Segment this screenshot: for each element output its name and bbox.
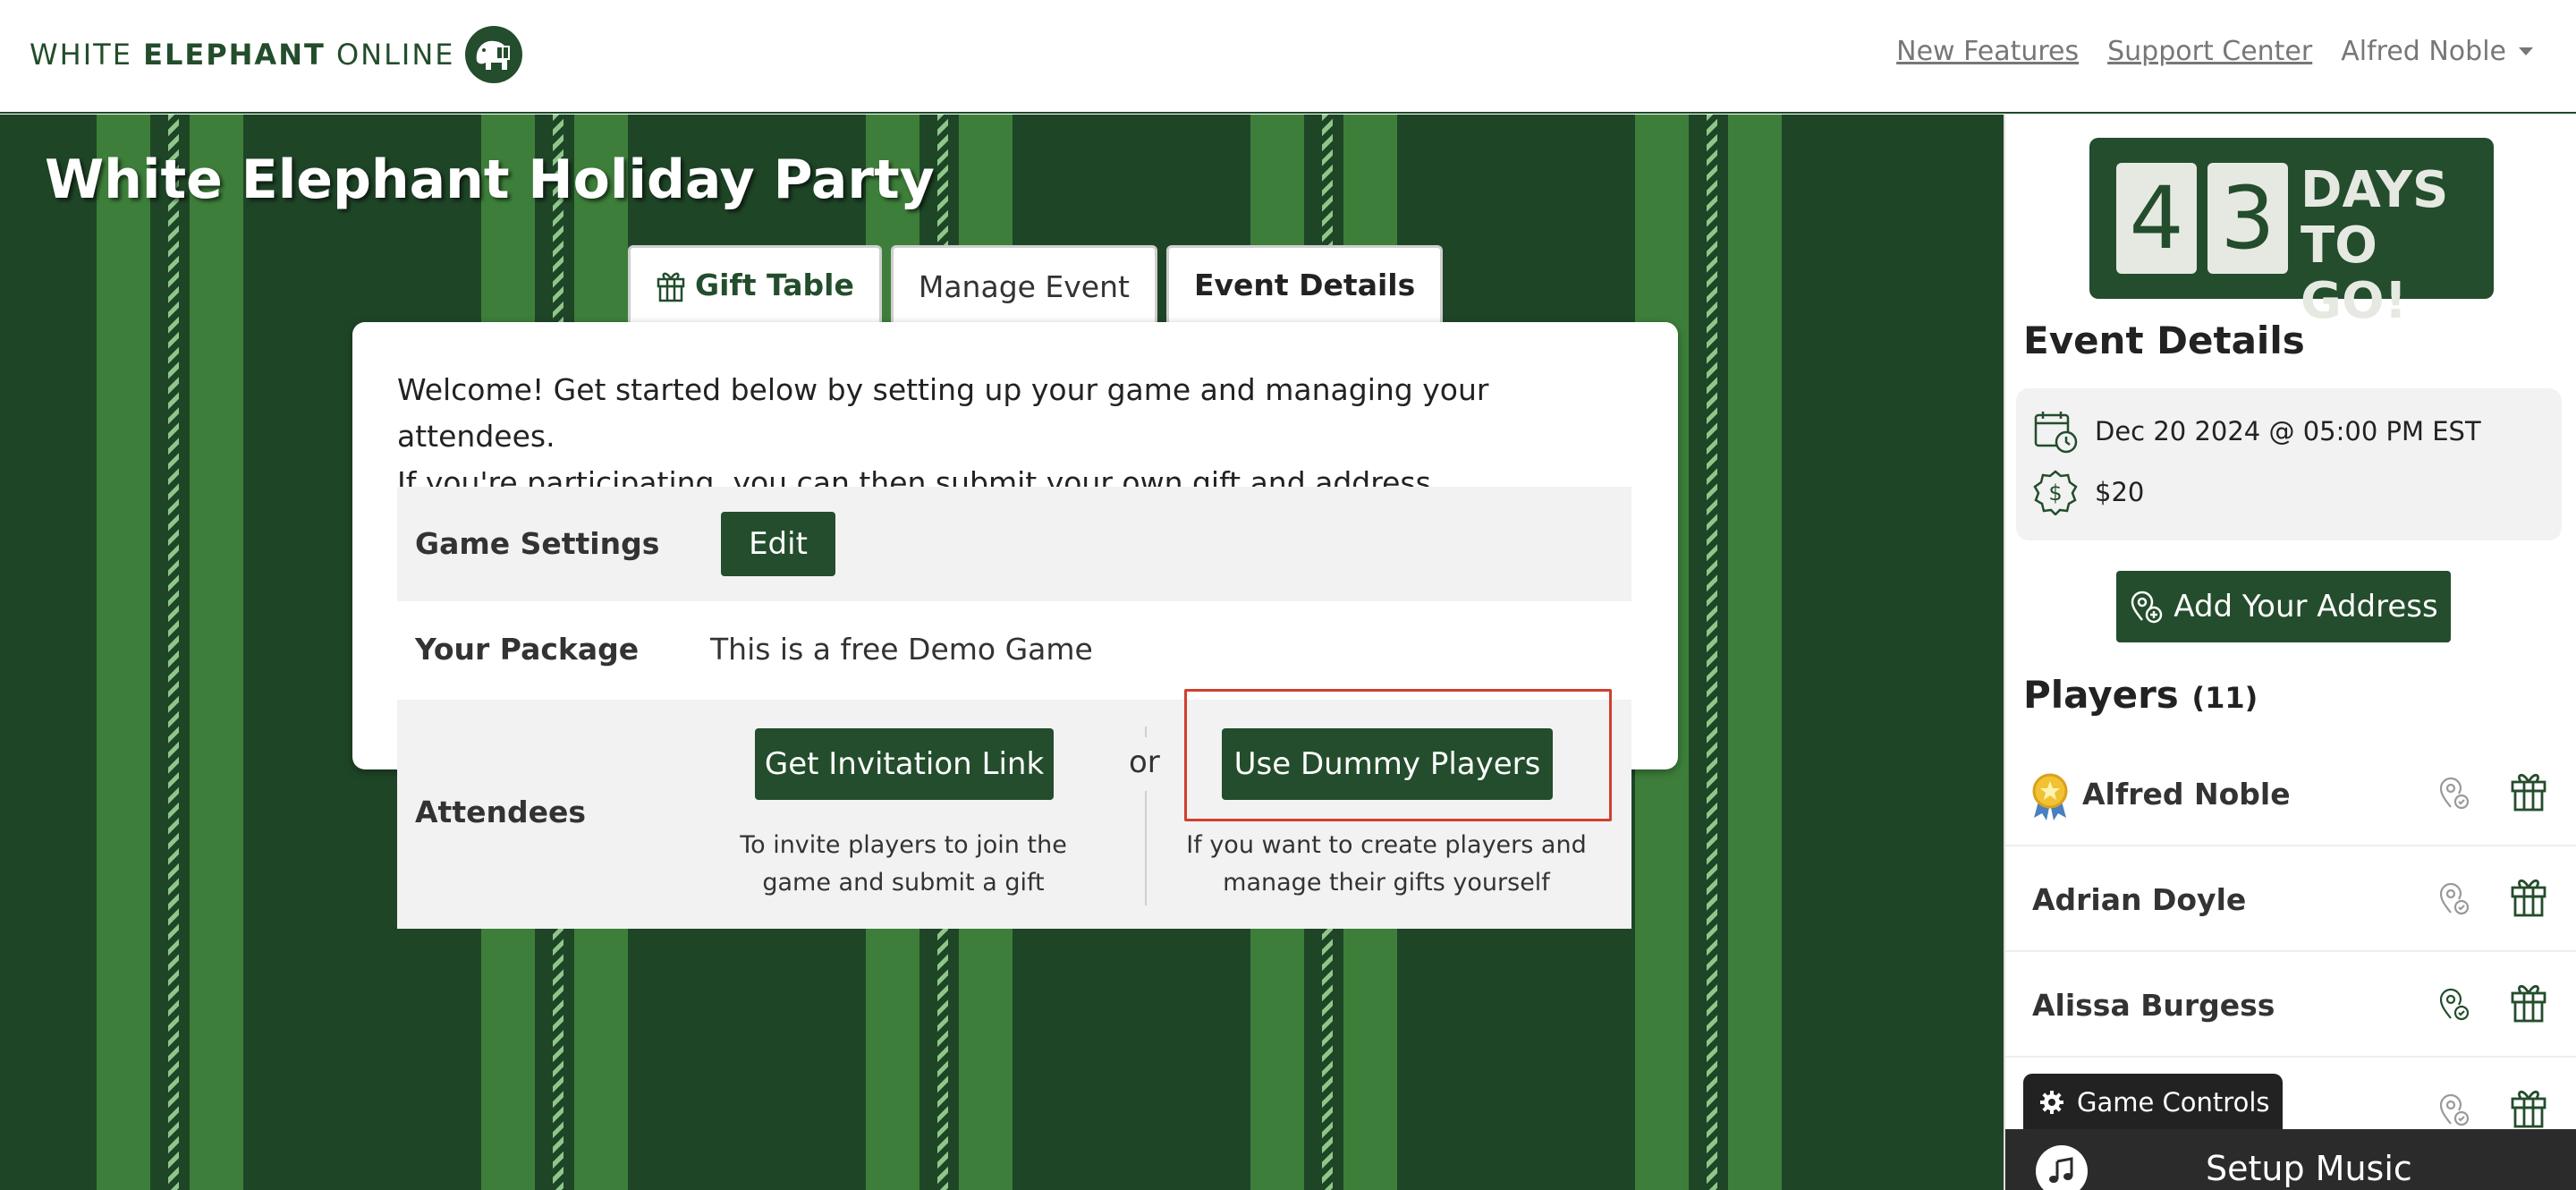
event-date-row: Dec 20 2024 @ 05:00 PM EST (2032, 408, 2481, 455)
game-settings-label: Game Settings (415, 526, 660, 561)
game-controls-label: Game Controls (2077, 1087, 2270, 1118)
candy-stripe (1707, 115, 1717, 1190)
top-header: WHITE ELEPHANT ONLINE New Features Suppo… (0, 0, 2576, 114)
event-date-text: Dec 20 2024 @ 05:00 PM EST (2095, 416, 2481, 446)
setup-music-label: Setup Music (2206, 1149, 2412, 1188)
highlight-box (1184, 689, 1612, 821)
invite-help-text: To invite players to join the game and s… (740, 831, 1067, 897)
tab-bar: Gift Table Manage Event Event Details (628, 245, 1444, 326)
countdown-words: DAYS TO GO! (2301, 163, 2494, 329)
location-check-icon[interactable] (2438, 775, 2470, 811)
get-invitation-link-button[interactable]: Get Invitation Link (755, 728, 1054, 800)
tab-event-details[interactable]: Event Details (1165, 245, 1444, 322)
chevron-down-icon (2519, 47, 2533, 55)
manage-event-card: Welcome! Get started below by setting up… (352, 322, 1678, 929)
dummy-help-text: If you want to create players and manage… (1186, 831, 1587, 897)
svg-text:$: $ (2048, 480, 2062, 506)
game-controls-button[interactable]: Game Controls (2023, 1074, 2283, 1131)
players-heading-text: Players (2023, 673, 2179, 717)
game-settings-row: Game Settings Edit (397, 487, 1631, 601)
event-details-heading: Event Details (2023, 319, 2305, 362)
event-price-text: $20 (2095, 477, 2145, 507)
gift-icon[interactable] (2510, 769, 2547, 812)
player-name: Adrian Doyle (2032, 882, 2247, 917)
players-count: (11) (2191, 681, 2258, 715)
player-name: Alissa Burgess (2032, 988, 2275, 1023)
gift-icon[interactable] (2510, 981, 2547, 1024)
package-label: Your Package (415, 632, 640, 667)
logo-text: WHITE ELEPHANT ONLINE (30, 38, 455, 72)
setup-music-bar[interactable]: Setup Music (2005, 1129, 2576, 1190)
page-title: White Elephant Holiday Party (45, 149, 935, 211)
location-check-icon[interactable] (2438, 1092, 2470, 1127)
player-row[interactable]: Alfred Noble (2005, 741, 2576, 846)
dollar-badge-icon: $ (2033, 470, 2078, 515)
welcome-line-1: Welcome! Get started below by setting up… (397, 372, 1489, 454)
event-details-box: Dec 20 2024 @ 05:00 PM EST $ $20 (2016, 388, 2562, 540)
event-price-row: $ $20 (2032, 469, 2144, 515)
countdown-digit: 4 (2116, 163, 2197, 274)
logo-word-white: WHITE (30, 38, 132, 72)
countdown-days: DAYS (2301, 161, 2449, 219)
tab-event-details-label: Event Details (1193, 268, 1416, 302)
candy-stripe (168, 115, 179, 1190)
elephant-logo-icon (464, 26, 522, 83)
music-note-icon (2036, 1145, 2088, 1190)
players-heading: Players (11) (2023, 673, 2258, 717)
countdown-digit: 3 (2207, 163, 2288, 274)
attendees-row: Attendees Get Invitation Link To invite … (397, 689, 1631, 929)
player-row[interactable]: Adrian Doyle (2005, 846, 2576, 952)
host-medal-icon (2032, 773, 2068, 820)
calendar-clock-icon (2034, 412, 2078, 454)
location-add-icon (2131, 591, 2163, 624)
package-row: Your Package This is a free Demo Game (397, 601, 1631, 700)
new-features-link[interactable]: New Features (1896, 36, 2079, 67)
tab-manage-event[interactable]: Manage Event (890, 245, 1157, 326)
logo-word-online: ONLINE (335, 38, 455, 72)
player-row[interactable]: Alissa Burgess (2005, 952, 2576, 1058)
countdown-badge: 4 3 DAYS TO GO! (2089, 138, 2494, 329)
main-content: White Elephant Holiday Party Gift Table … (0, 115, 2004, 1190)
location-check-icon[interactable] (2438, 880, 2470, 916)
player-name: Alfred Noble (2082, 777, 2291, 812)
gift-icon[interactable] (2510, 1086, 2547, 1129)
user-name: Alfred Noble (2341, 36, 2506, 67)
location-check-icon[interactable] (2438, 986, 2470, 1022)
gear-icon (2040, 1091, 2063, 1114)
package-value: This is a free Demo Game (710, 632, 1093, 667)
tab-manage-event-label: Manage Event (918, 269, 1130, 304)
tab-gift-table[interactable]: Gift Table (628, 245, 882, 322)
gift-icon (657, 272, 685, 302)
logo-word-elephant: ELEPHANT (143, 38, 326, 72)
user-menu[interactable]: Alfred Noble (2341, 36, 2533, 67)
edit-button[interactable]: Edit (721, 512, 835, 576)
gift-icon[interactable] (2510, 875, 2547, 918)
support-center-link[interactable]: Support Center (2107, 36, 2312, 67)
right-sidebar: 4 3 DAYS TO GO! Event Details Dec 20 202… (2004, 115, 2576, 1190)
tab-gift-table-label: Gift Table (695, 268, 854, 302)
welcome-text: Welcome! Get started below by setting up… (397, 367, 1649, 506)
attendees-label: Attendees (415, 795, 586, 829)
logo[interactable]: WHITE ELEPHANT ONLINE (30, 25, 523, 84)
add-address-button[interactable]: Add Your Address (2116, 571, 2451, 642)
top-nav: New Features Support Center Alfred Noble (1896, 36, 2533, 67)
countdown-to-go: TO GO! (2301, 217, 2408, 330)
add-address-label: Add Your Address (2174, 589, 2438, 625)
or-separator: or (1129, 744, 1160, 780)
